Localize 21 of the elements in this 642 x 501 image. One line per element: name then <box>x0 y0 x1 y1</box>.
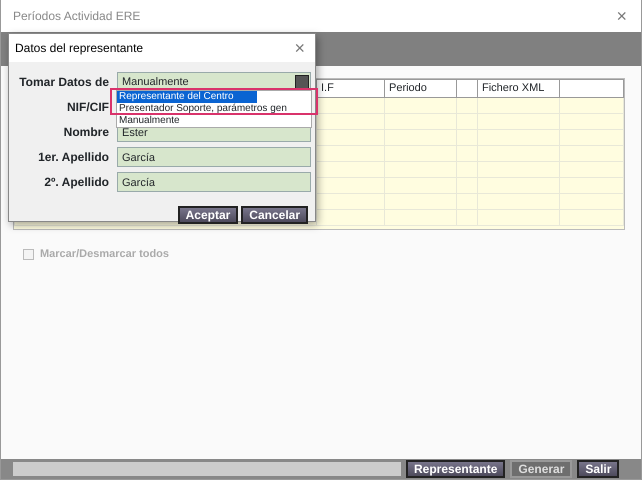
input-field[interactable]: García <box>117 172 311 192</box>
field-label: Tomar Datos de <box>18 74 109 91</box>
column-header: Fichero XML <box>478 80 560 97</box>
dialog-button[interactable]: Aceptar <box>178 206 238 224</box>
close-button[interactable]: × <box>612 7 631 25</box>
close-button[interactable]: × <box>290 39 309 57</box>
field-label: 1er. Apellido <box>37 149 109 166</box>
column-header: Periodo <box>384 80 456 97</box>
checkbox-label: Marcar/Desmarcar todos <box>40 247 170 262</box>
dialog-title: Datos del representante <box>15 40 144 57</box>
action-button[interactable]: Representante <box>406 460 506 478</box>
input-field[interactable]: García <box>117 147 311 167</box>
field-label: Nombre <box>62 124 109 141</box>
action-button[interactable]: Salir <box>577 460 620 478</box>
dropdown-option[interactable]: Presentador Soporte, parámetros gen <box>117 103 289 115</box>
field-label: 2º. Apellido <box>43 174 109 191</box>
dialog-button[interactable]: Cancelar <box>241 206 308 224</box>
field-label: NIF/CIF <box>66 99 109 116</box>
dropdown-option[interactable]: Representante del Centro <box>117 91 257 103</box>
column-header: I.F <box>316 80 384 97</box>
window-title: Períodos Actividad ERE <box>13 8 140 25</box>
